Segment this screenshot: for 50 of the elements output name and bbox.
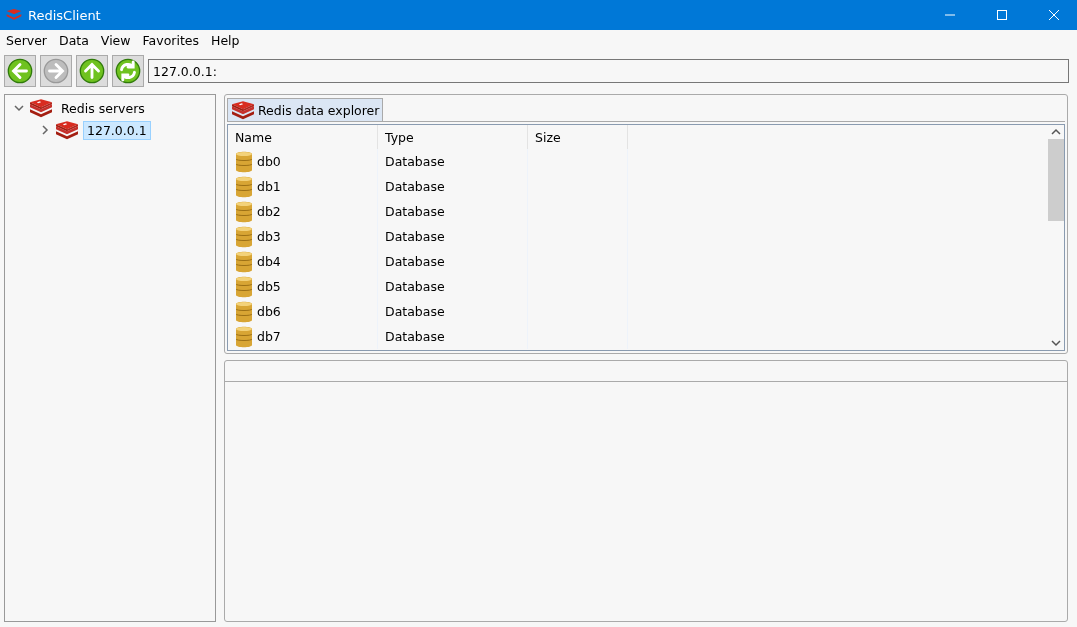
menu-item[interactable]: View bbox=[94, 32, 137, 48]
up-button[interactable] bbox=[76, 55, 108, 87]
refresh-button[interactable] bbox=[112, 55, 144, 87]
tab[interactable]: Redis data explorer bbox=[227, 98, 384, 122]
database-icon bbox=[235, 325, 253, 348]
database-icon bbox=[235, 150, 253, 173]
back-button[interactable] bbox=[4, 55, 36, 87]
table-cell: Database bbox=[385, 229, 445, 245]
database-icon bbox=[235, 225, 253, 248]
column-header[interactable]: Size bbox=[528, 125, 628, 150]
table-cell: Database bbox=[385, 304, 445, 320]
column-header[interactable]: Type bbox=[378, 125, 528, 150]
stacked-cubes-icon bbox=[55, 119, 79, 141]
stacked-cubes-icon bbox=[231, 100, 255, 121]
database-icon bbox=[235, 300, 253, 323]
maximize-icon bbox=[997, 10, 1007, 20]
table-cell: Database bbox=[385, 204, 445, 220]
database-icon bbox=[235, 250, 253, 273]
menu-item[interactable]: Data bbox=[53, 32, 95, 48]
table-cell: db5 bbox=[257, 279, 281, 295]
table-cell: Database bbox=[385, 254, 445, 270]
table-cell: db6 bbox=[257, 304, 281, 320]
app-logo-icon bbox=[6, 8, 22, 22]
table-cell: Database bbox=[385, 179, 445, 195]
chevron-down-icon[interactable] bbox=[13, 102, 25, 114]
table-cell: db0 bbox=[257, 154, 281, 170]
address-field[interactable]: 127.0.0.1: bbox=[148, 59, 1069, 83]
table-cell: db1 bbox=[257, 179, 281, 195]
close-icon bbox=[1049, 10, 1059, 20]
table-cell: db3 bbox=[257, 229, 281, 245]
table-cell: db2 bbox=[257, 204, 281, 220]
database-icon bbox=[235, 175, 253, 198]
scrollbar-thumb[interactable] bbox=[1048, 139, 1064, 222]
refresh-icon bbox=[115, 58, 141, 84]
table-cell: Database bbox=[385, 154, 445, 170]
chevron-right-icon[interactable] bbox=[39, 124, 51, 136]
tree-item[interactable]: Redis servers bbox=[57, 98, 149, 118]
stacked-cubes-icon bbox=[29, 97, 53, 119]
table-cell: Database bbox=[385, 329, 445, 345]
table-cell: Database bbox=[385, 279, 445, 295]
menu-item[interactable]: Help bbox=[205, 32, 246, 48]
database-icon bbox=[235, 275, 253, 298]
menu-item[interactable]: Server bbox=[0, 32, 53, 48]
menu-item[interactable]: Favorites bbox=[136, 32, 205, 48]
table-cell: db4 bbox=[257, 254, 281, 270]
database-icon bbox=[235, 200, 253, 223]
column-header[interactable]: Name bbox=[228, 125, 378, 150]
window-title: RedisClient bbox=[28, 7, 102, 23]
tree-item[interactable]: 127.0.0.1 bbox=[83, 120, 151, 140]
table-cell: db7 bbox=[257, 329, 281, 345]
